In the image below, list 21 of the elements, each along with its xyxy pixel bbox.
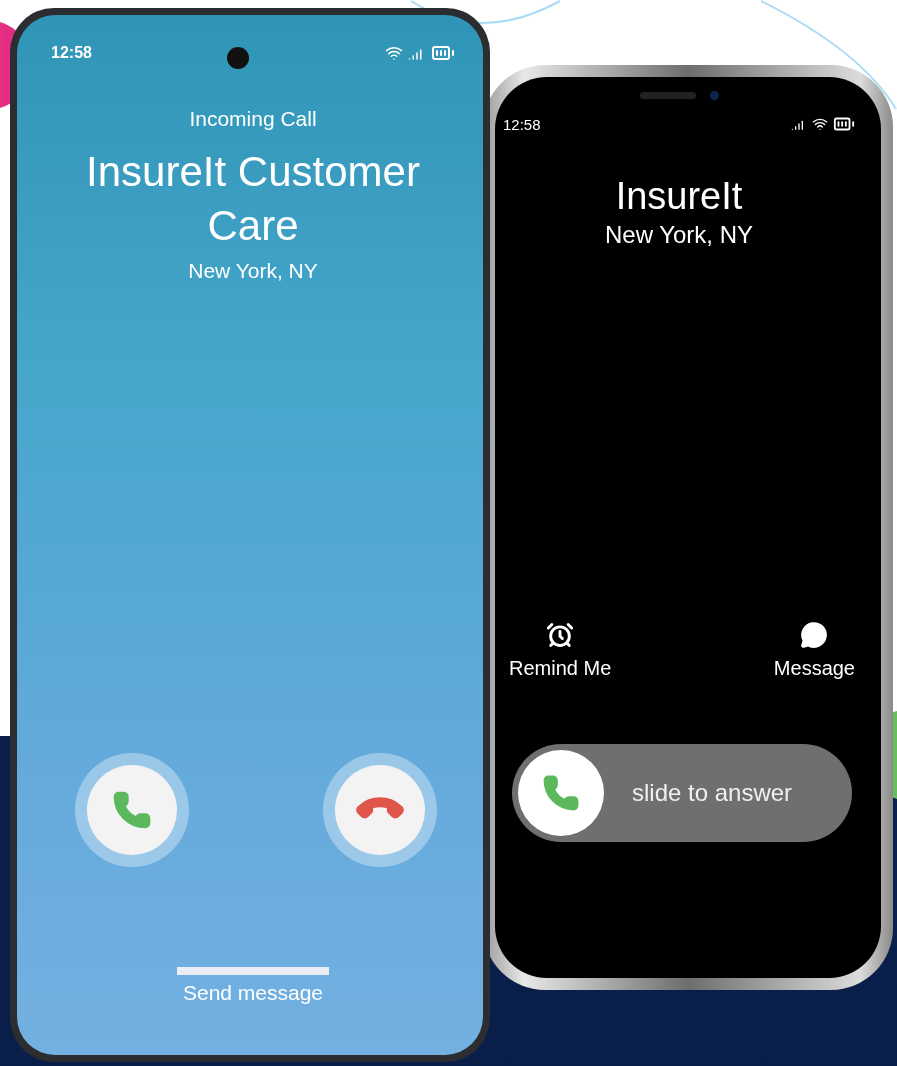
caller-name: InsureIt Customer Care (85, 147, 421, 251)
phone-icon (112, 790, 152, 830)
remind-me-button[interactable]: Remind Me (509, 620, 612, 680)
status-time: 12:58 (51, 44, 92, 62)
slider-thumb[interactable] (518, 749, 604, 836)
message-button[interactable]: Message (773, 620, 855, 680)
answer-slider[interactable]: slide to answer (512, 743, 852, 842)
caller-location: New York, NY (604, 220, 754, 249)
slider-label: slide to answer (632, 778, 793, 807)
speech-bubble-icon (800, 620, 829, 649)
alarm-clock-icon (546, 620, 575, 649)
camera-icon (227, 47, 250, 69)
phone-icon (542, 773, 580, 812)
camera-icon (709, 91, 719, 100)
wifi-icon (812, 116, 828, 132)
wifi-icon (385, 44, 403, 62)
caller-location: New York, NY (188, 258, 318, 283)
call-header: Incoming Call (189, 107, 317, 131)
status-time: 12:58 (503, 115, 541, 133)
caller-name: InsureIt (614, 174, 744, 219)
speaker-grille (639, 92, 696, 99)
